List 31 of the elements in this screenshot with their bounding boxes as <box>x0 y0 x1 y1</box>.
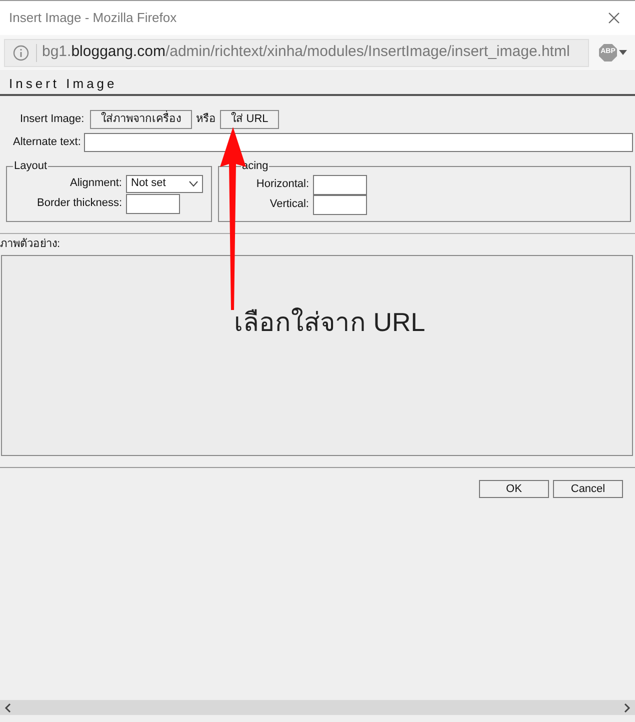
field-label: Horizontal: <box>255 177 309 192</box>
dialog-title: Insert Image <box>9 75 118 94</box>
annotation-text: เลือกใส่จาก URL <box>234 306 426 339</box>
group-title: acing <box>241 159 270 174</box>
url-button[interactable]: ใส่ URL <box>220 110 280 129</box>
field-label: Alignment: <box>70 176 122 192</box>
scroll-left-icon[interactable] <box>4 702 11 712</box>
alignment-select[interactable]: Not set <box>126 174 203 192</box>
border-thickness-field[interactable] <box>126 194 180 214</box>
window-title: Insert Image - Mozilla Firefox <box>9 9 177 28</box>
field-label: Border thickness: <box>37 196 122 212</box>
close-icon <box>608 12 620 24</box>
field-label: Insert Image: <box>20 112 84 128</box>
group-title: Layout <box>13 159 48 174</box>
horizontal-scrollbar[interactable] <box>0 700 635 715</box>
url-text: bg1.bloggang.com/admin/richtext/xinha/modules/InsertImage/insert_image.html <box>42 42 570 62</box>
scroll-right-icon[interactable] <box>624 702 631 712</box>
ok-button[interactable]: OK <box>479 480 549 498</box>
cancel-button[interactable]: Cancel <box>553 480 623 498</box>
alternate-text-field[interactable] <box>84 133 633 152</box>
chevron-down-icon <box>189 180 198 186</box>
address-bar[interactable]: bg1.bloggang.com/admin/richtext/xinha/modules/InsertImage/insert_image.html <box>4 38 589 66</box>
horizontal-spacing-field[interactable] <box>313 174 367 194</box>
preview-label: ภาพตัวอย่าง: <box>0 237 60 252</box>
dropdown-arrow-icon <box>619 50 627 55</box>
or-label: หรือ <box>196 112 216 128</box>
upload-button[interactable]: ใส่ภาพจากเครื่อง <box>90 110 192 129</box>
field-label: Vertical: <box>268 197 309 212</box>
info-icon[interactable] <box>13 44 29 60</box>
field-label: Alternate text: <box>13 135 81 150</box>
vertical-spacing-field[interactable] <box>313 194 367 214</box>
